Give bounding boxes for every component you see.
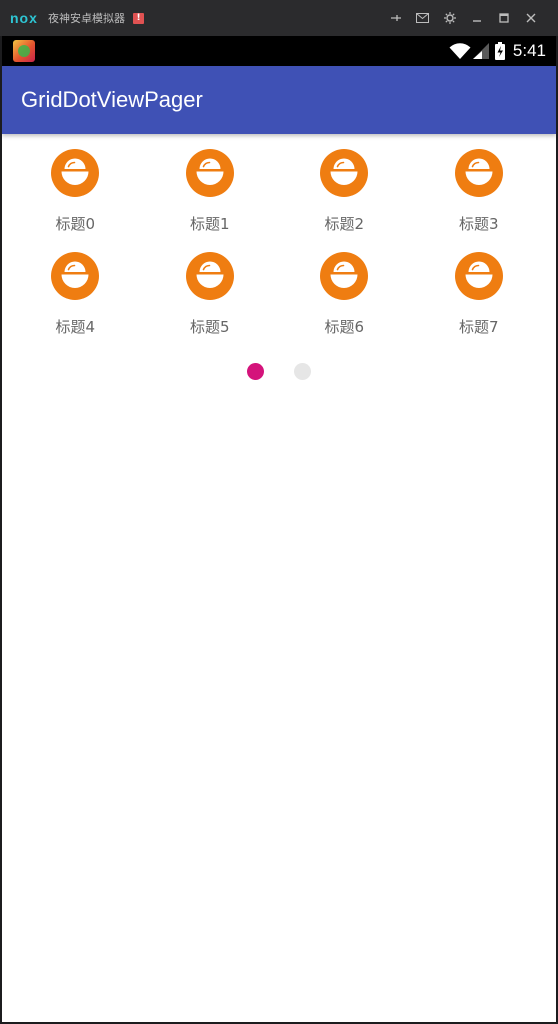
gear-icon: [443, 12, 456, 24]
grid-item-0[interactable]: 标题0: [8, 149, 143, 252]
grid-item-label: 标题4: [55, 318, 96, 336]
maximize-icon: [498, 13, 509, 23]
grid-item-1[interactable]: 标题1: [143, 149, 278, 252]
grid-item-label: 标题3: [458, 215, 499, 233]
mail-icon: [416, 13, 429, 23]
grid-page: 标题0 标题1 标题2 标题3 标题4 标题5 标题6 标题7: [2, 149, 556, 355]
emulator-logo: nox: [10, 10, 38, 26]
status-time: 5:41: [512, 41, 546, 60]
grid-item-3[interactable]: 标题3: [412, 149, 547, 252]
mail-button[interactable]: [409, 8, 436, 28]
bowl-icon: [51, 252, 100, 300]
bowl-icon: [454, 149, 503, 197]
emulator-title-bar: nox 夜神安卓模拟器 !: [0, 0, 558, 36]
alert-badge[interactable]: !: [133, 12, 144, 24]
grid-item-label: 标题5: [189, 318, 230, 336]
wifi-icon: [449, 42, 471, 60]
minimize-button[interactable]: [463, 8, 490, 28]
battery-charging-icon: [494, 42, 505, 60]
grid-row: 标题4 标题5 标题6 标题7: [2, 252, 556, 355]
window-controls: [382, 8, 544, 28]
grid-item-2[interactable]: 标题2: [277, 149, 412, 252]
page-dot-active[interactable]: [247, 363, 264, 380]
close-icon: [526, 13, 535, 23]
grid-row: 标题0 标题1 标题2 标题3: [2, 149, 556, 252]
minimize-icon: [472, 20, 481, 22]
page-title: GridDotViewPager: [21, 87, 203, 112]
page-dot-inactive[interactable]: [294, 363, 311, 380]
grid-item-label: 标题1: [189, 215, 230, 233]
cellular-signal-icon: [472, 42, 489, 60]
grid-item-6[interactable]: 标题6: [277, 252, 412, 355]
grid-item-label: 标题0: [55, 215, 96, 233]
bowl-icon: [185, 252, 234, 300]
pin-button[interactable]: [382, 8, 409, 28]
status-bar: 5:41: [2, 36, 556, 66]
grid-item-7[interactable]: 标题7: [412, 252, 547, 355]
grid-item-4[interactable]: 标题4: [8, 252, 143, 355]
maximize-button[interactable]: [490, 8, 517, 28]
bowl-icon: [51, 149, 100, 197]
settings-button[interactable]: [436, 8, 463, 28]
bowl-icon: [454, 252, 503, 300]
grid-item-label: 标题6: [324, 318, 365, 336]
bowl-icon: [320, 252, 369, 300]
status-icons: 5:41: [449, 41, 546, 61]
bowl-icon: [320, 149, 369, 197]
android-screen: 5:41 GridDotViewPager 标题0 标题1 标题2 标题3 标题…: [2, 36, 556, 1022]
bowl-icon: [185, 149, 234, 197]
pin-icon: [390, 15, 401, 21]
app-toolbar: GridDotViewPager: [2, 66, 556, 134]
emulator-title: 夜神安卓模拟器: [48, 12, 125, 25]
grid-item-label: 标题7: [458, 318, 499, 336]
grid-item-label: 标题2: [324, 215, 365, 233]
close-button[interactable]: [517, 8, 544, 28]
grid-item-5[interactable]: 标题5: [143, 252, 278, 355]
notification-app-icon: [13, 40, 35, 62]
page-indicator: [2, 363, 556, 380]
